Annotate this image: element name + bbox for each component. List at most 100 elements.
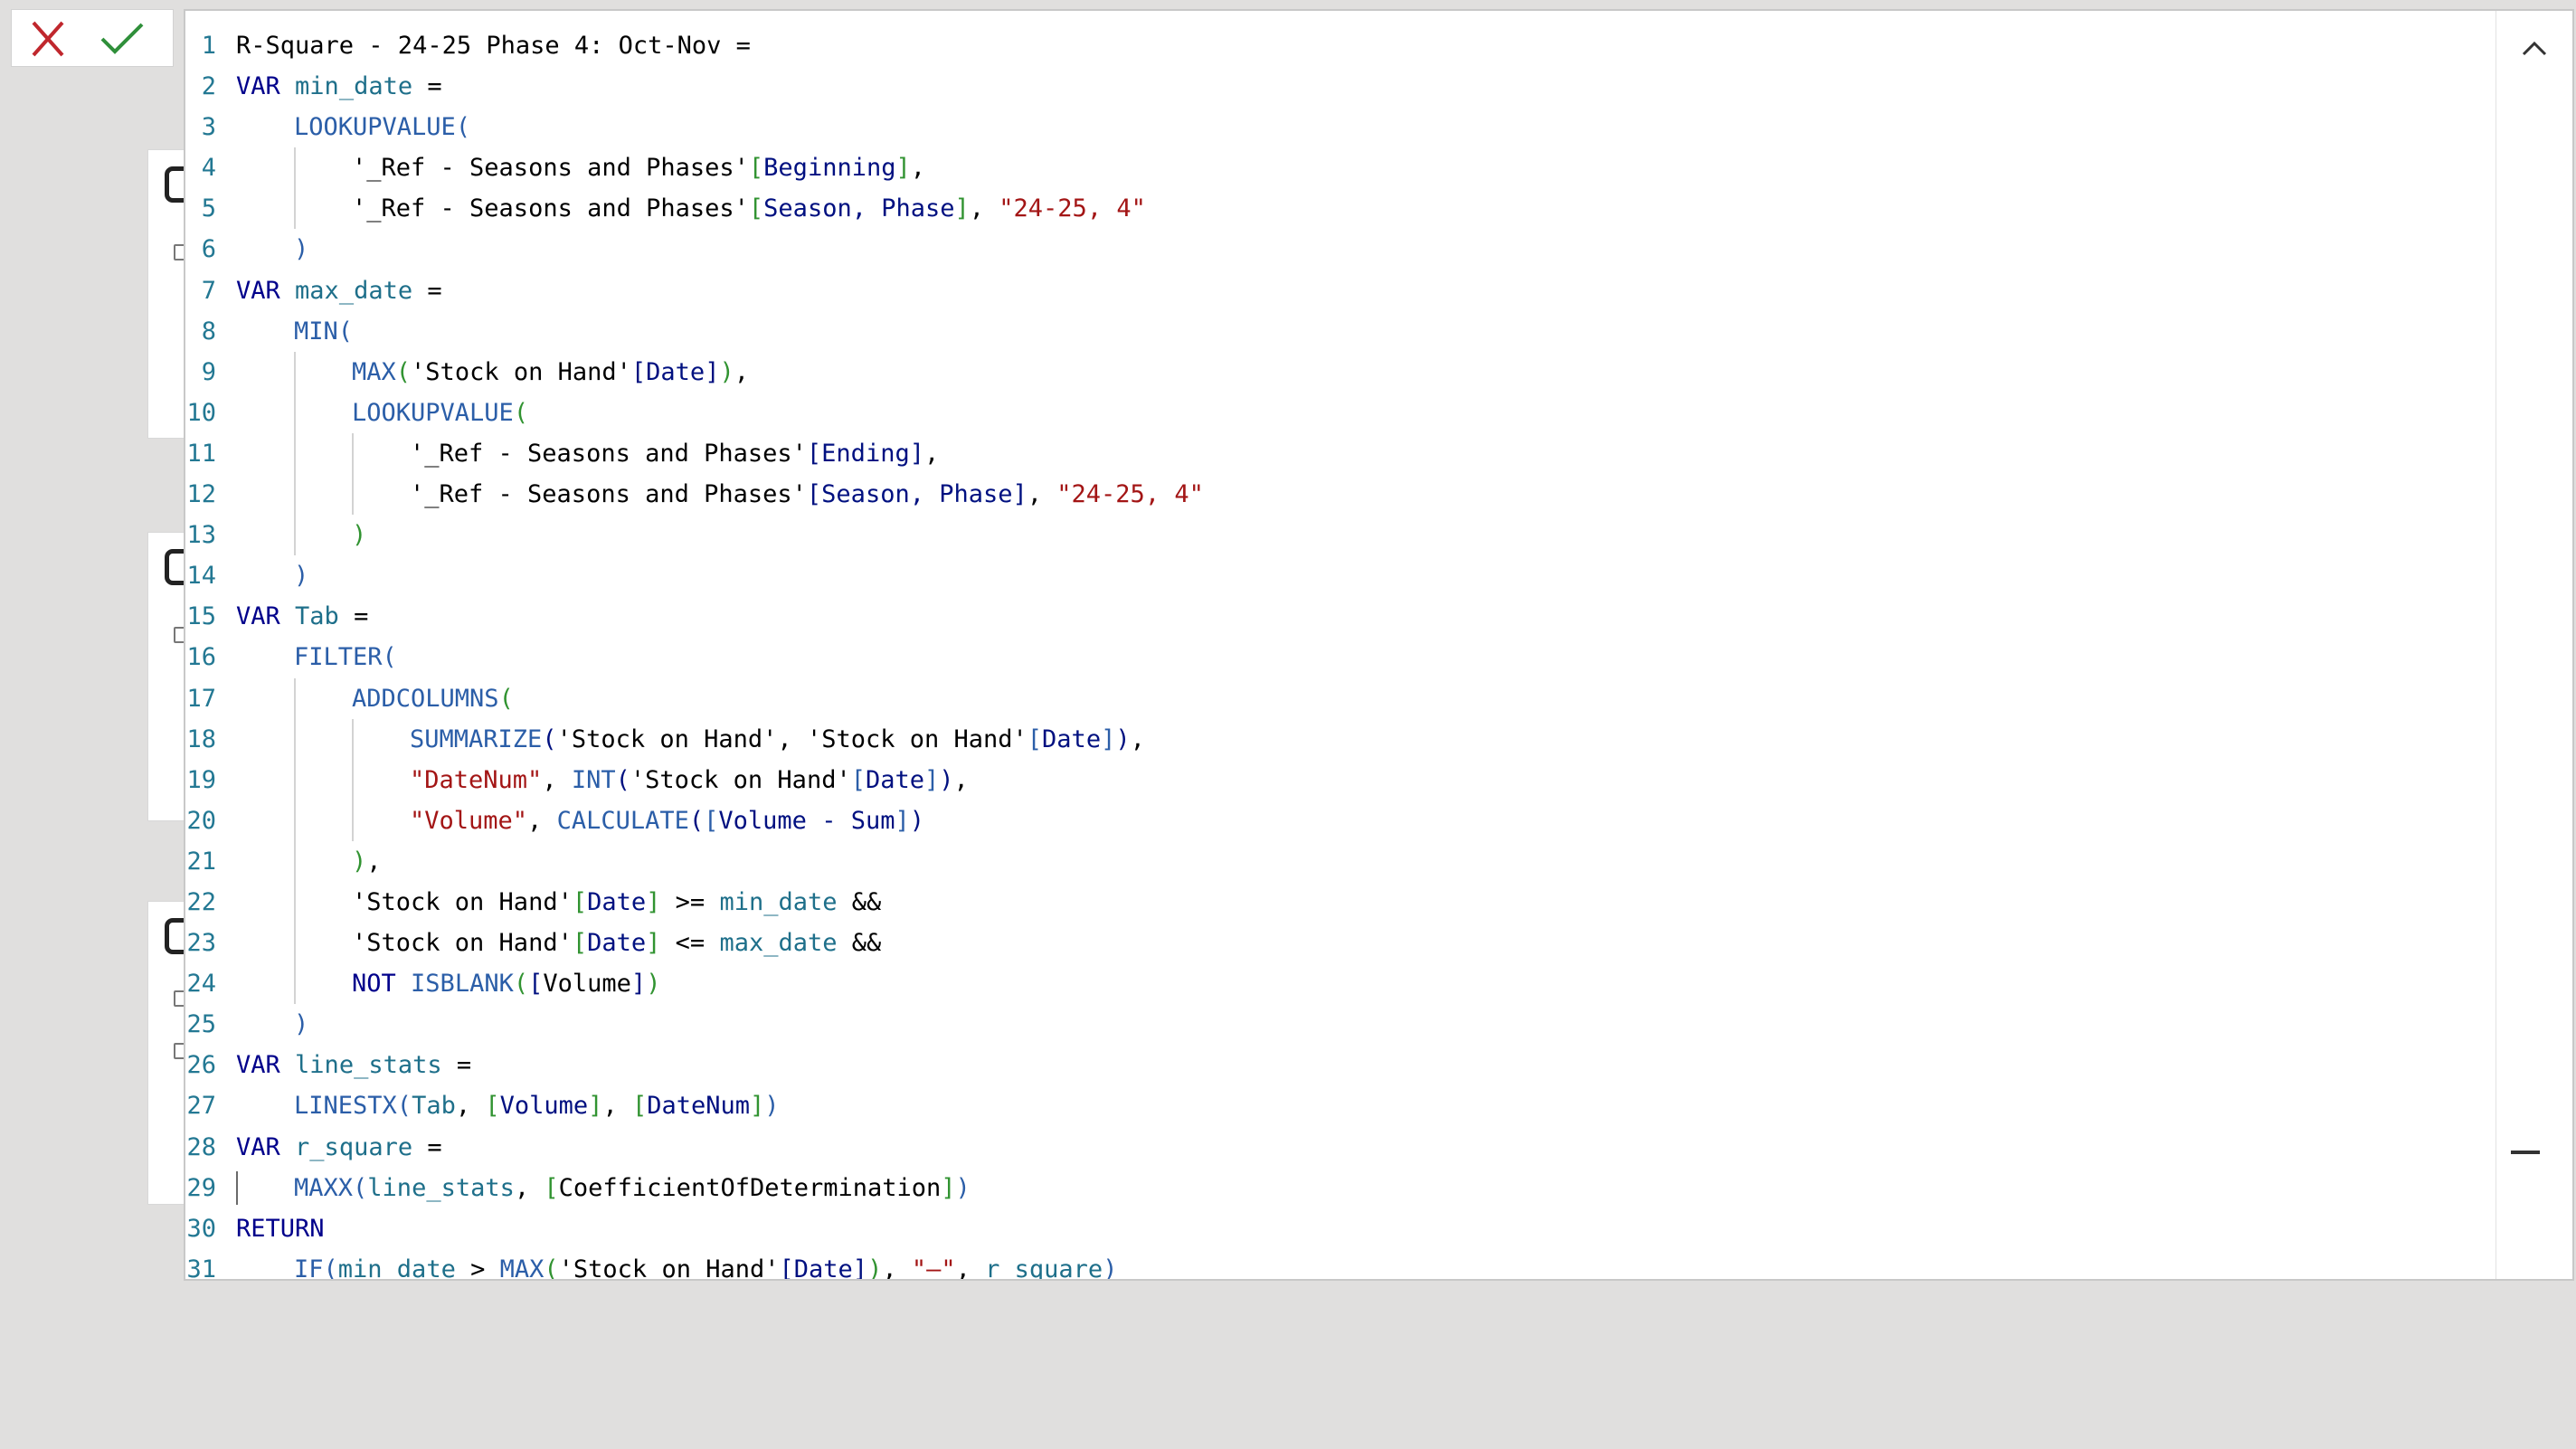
code-line[interactable]: 12 '_Ref - Seasons and Phases'[Season, Ph… [185,474,2491,516]
code-token: [ [748,154,764,183]
code-line[interactable]: 27 LINESTX(Tab, [Volume], [DateNum]) [185,1085,2491,1126]
indent-guide [352,718,354,760]
code-token: [ [779,1255,794,1281]
code-line[interactable]: 10 LOOKUPVALUE( [185,392,2491,433]
commit-button[interactable] [99,19,146,59]
code-token: <= [660,929,720,958]
indent-guide [294,188,296,230]
code-line[interactable]: 1 R-Square - 24-25 Phase 4: Oct-Nov = [185,25,2491,66]
code-text: ) [352,515,366,555]
code-text: VAR r_square = [236,1127,442,1168]
code-line[interactable]: 23 'Stock on Hand'[Date] <= max_date && [185,923,2491,964]
code-text: RETURN [236,1208,325,1249]
code-line[interactable]: 9 MAX('Stock on Hand'[Date]), [185,351,2491,393]
indent-guide [352,759,354,800]
code-token: ) [352,847,367,876]
line-number: 7 [201,276,216,305]
line-number: 12 [186,480,216,509]
code-token: ) [719,357,734,386]
indent-guide [294,840,296,882]
code-token: Date [646,357,706,386]
code-token: [ [748,194,764,223]
code-token: ( [353,1173,368,1202]
code-token: ( [396,1092,412,1121]
code-token: ( [542,724,557,753]
line-number: 10 [186,398,216,427]
line-number: 8 [201,317,216,346]
code-line[interactable]: 28 VAR r_square = [185,1127,2491,1168]
code-token: Volume [543,970,631,999]
code-line[interactable]: 30 RETURN [185,1208,2491,1249]
code-token: && [837,929,882,958]
code-token: Date [865,765,925,794]
code-token: ) [939,765,954,794]
code-line[interactable]: 7 VAR max_date = [185,270,2491,311]
code-line[interactable]: 3 LOOKUPVALUE( [185,107,2491,147]
code-token: >= [660,887,720,916]
code-text: R-Square - 24-25 Phase 4: Oct-Nov = [236,25,751,66]
code-line[interactable]: 13) [185,515,2491,556]
cancel-button[interactable] [24,19,71,59]
code-line[interactable]: 24 NOT ISBLANK([Volume]) [185,963,2491,1005]
code-line[interactable]: 29 MAXX(line_stats, [CoefficientOfDetermi… [185,1168,2491,1208]
code-line[interactable]: 17 ADDCOLUMNS( [185,677,2491,719]
code-token: min_date [337,1255,456,1281]
code-token: = [441,1051,472,1080]
code-line[interactable]: 25) [185,1004,2491,1045]
code-token: ( [395,357,412,386]
code-token: SUMMARIZE [410,724,543,753]
code-token: ) [955,1173,971,1202]
code-line[interactable]: 21), [185,840,2491,882]
code-token: Date [587,929,647,958]
code-line[interactable]: 22 'Stock on Hand'[Date] >= min_date && [185,881,2491,923]
code-line[interactable]: 8 MIN( [185,311,2491,352]
code-token: INT [571,765,616,794]
collapse-editor-button[interactable] [2509,24,2560,74]
code-line[interactable]: 5 '_Ref - Seasons and Phases'[Season, Pha… [185,188,2491,230]
code-line[interactable]: 20 "Volume", CALCULATE([Volume - Sum]) [185,800,2491,841]
code-token: , [734,357,749,386]
code-token: MAXX [294,1173,354,1202]
code-token: DateNum [647,1092,751,1121]
code-text: SUMMARIZE('Stock on Hand', 'Stock on Han… [410,719,1145,760]
code-area[interactable]: 1 R-Square - 24-25 Phase 4: Oct-Nov = 2 VAR… [185,25,2491,1281]
code-token: [ [1027,724,1043,753]
code-token: MAX [499,1255,545,1281]
code-token: r_square [985,1255,1103,1281]
dax-formula-editor[interactable]: 1 R-Square - 24-25 Phase 4: Oct-Nov = 2 VAR… [184,9,2574,1281]
code-token: Date [587,887,647,916]
code-line[interactable]: 4 '_Ref - Seasons and Phases'[Beginning], [185,147,2491,189]
code-text: '_Ref - Seasons and Phases'[Season, Phas… [410,474,1204,515]
code-line[interactable]: 16 FILTER( [185,637,2491,677]
code-line[interactable]: 15 VAR Tab = [185,596,2491,637]
line-number: 20 [186,806,216,835]
line-number: 15 [186,602,216,631]
code-line[interactable]: 31 IF(min_date > MAX('Stock on Hand'[Date… [185,1249,2491,1281]
code-line[interactable]: 18 SUMMARIZE('Stock on Hand', 'Stock on H… [185,718,2491,760]
code-token: [ [806,439,822,468]
code-line[interactable]: 11 '_Ref - Seasons and Phases'[Ending], [185,432,2491,475]
line-number: 24 [186,970,216,999]
code-token: ] [895,806,910,835]
code-token: 'Stock on Hand' [352,929,573,958]
code-token: RETURN [236,1214,325,1243]
editor-scrollbar[interactable] [2496,11,2572,1279]
code-token: ] [924,765,940,794]
code-token: , [955,1255,986,1281]
code-token: ISBLANK [411,970,514,999]
code-token: , [1130,724,1145,753]
code-token: ] [909,439,924,468]
code-token: = [412,1132,442,1161]
code-line[interactable]: 6) [185,229,2491,270]
code-token: 'Stock on Hand' [630,765,851,794]
code-line[interactable]: 14) [185,555,2491,596]
code-text: VAR line_stats = [236,1045,471,1085]
indent-guide [294,392,296,433]
code-line[interactable]: 2 VAR min_date = [185,66,2491,107]
code-line[interactable]: 26 VAR line_stats = [185,1045,2491,1085]
line-number: 2 [201,72,216,101]
code-token: ) [646,970,661,999]
code-line[interactable]: 19 "DateNum", INT('Stock on Hand'[Date]), [185,759,2491,800]
code-token: Ending [821,439,910,468]
